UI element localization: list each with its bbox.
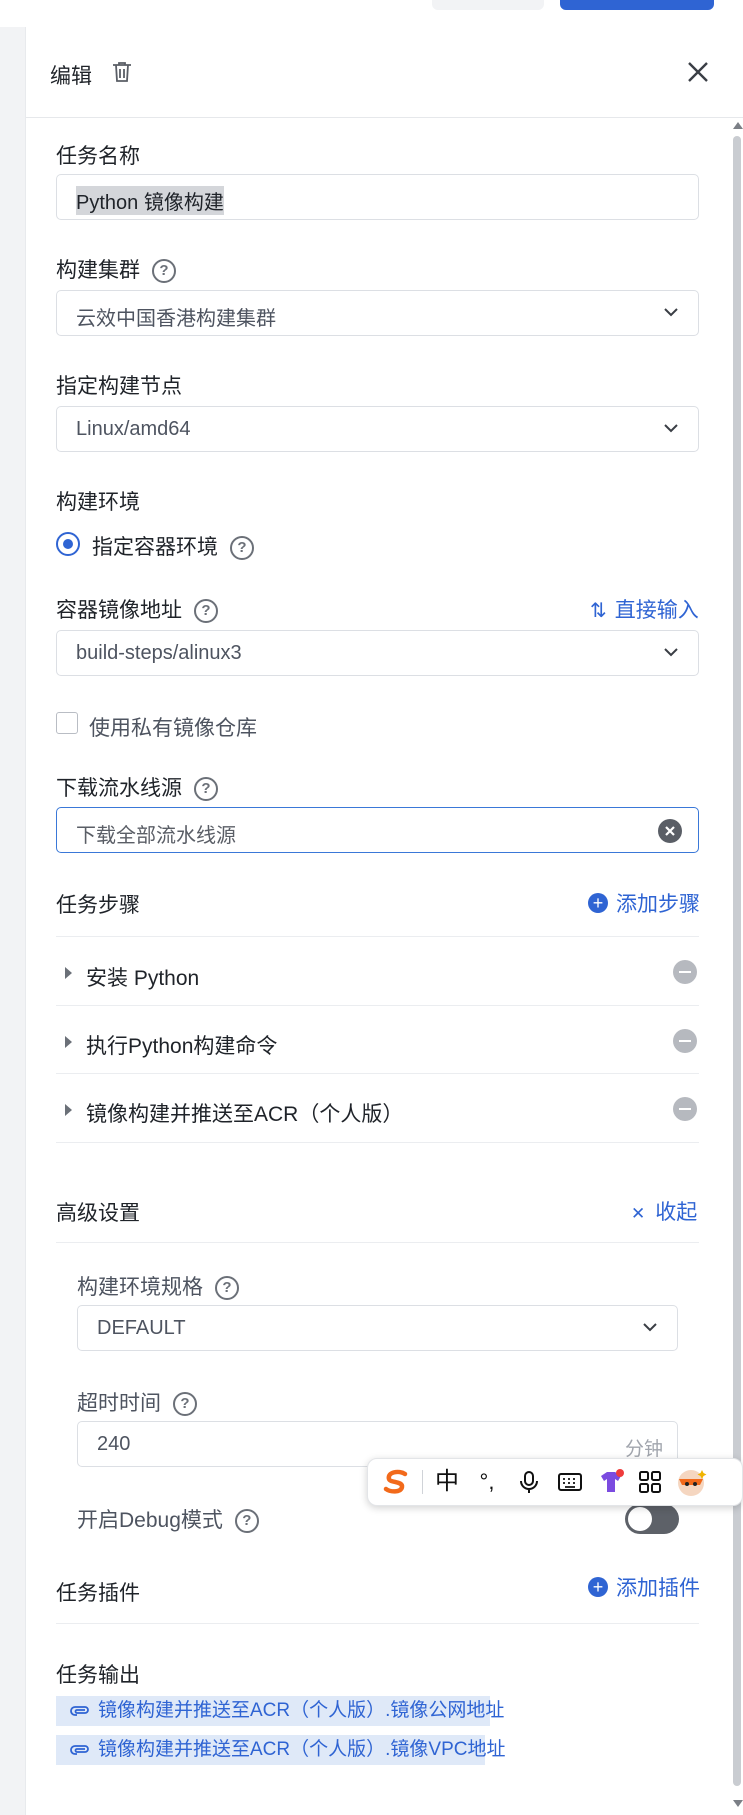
divider: [56, 1073, 699, 1074]
task-name-value: Python 镜像构建: [76, 186, 224, 215]
download-input[interactable]: 下载全部流水线源: [56, 807, 699, 853]
image-value: build-steps/alinux3: [76, 642, 242, 664]
env-label: 构建环境: [56, 491, 140, 514]
divider: [56, 1623, 699, 1624]
collapse-icon: ✕: [631, 1204, 646, 1223]
debug-toggle[interactable]: [625, 1504, 679, 1534]
spec-value: DEFAULT: [97, 1317, 186, 1339]
clear-icon[interactable]: [658, 819, 682, 843]
direct-input-toggle[interactable]: ⇅ 直接输入: [590, 594, 699, 624]
task-name-label: 任务名称: [56, 145, 140, 168]
microphone-icon[interactable]: [516, 1469, 542, 1495]
trash-icon[interactable]: [110, 60, 134, 84]
scrollbar-thumb[interactable]: [733, 136, 741, 1786]
ime-punctuation-toggle[interactable]: °,: [472, 1467, 502, 1497]
drawer-title: 编辑: [50, 65, 92, 88]
help-icon[interactable]: ?: [234, 1509, 259, 1534]
chevron-down-icon: [664, 648, 678, 657]
sogou-logo-icon[interactable]: [381, 1467, 411, 1497]
image-select[interactable]: build-steps/alinux3: [56, 630, 699, 676]
remove-step-icon[interactable]: [673, 1097, 697, 1121]
env-option[interactable]: 指定容器环境?: [92, 531, 254, 561]
add-step-button[interactable]: + 添加步骤: [588, 888, 700, 918]
node-value: Linux/amd64: [76, 418, 191, 440]
help-icon[interactable]: ?: [230, 536, 254, 561]
scroll-up-arrow-icon[interactable]: [733, 122, 743, 129]
private-repo-label[interactable]: 使用私有镜像仓库: [89, 712, 257, 742]
chevron-down-icon: [664, 424, 678, 433]
cluster-select[interactable]: 云效中国香港构建集群: [56, 290, 699, 336]
timeout-label: 超时时间?: [77, 1387, 197, 1417]
chevron-down-icon: [643, 1323, 657, 1332]
left-backdrop: [0, 27, 26, 1815]
divider: [56, 1005, 699, 1006]
caret-right-icon[interactable]: [65, 1104, 72, 1116]
download-placeholder: 下载全部流水线源: [76, 825, 236, 847]
env-radio[interactable]: [56, 532, 80, 556]
node-label: 指定构建节点: [56, 375, 182, 398]
ime-toolbar: 中 °,: [367, 1458, 743, 1506]
step-item[interactable]: 镜像构建并推送至ACR（个人版）: [86, 1098, 403, 1128]
help-icon[interactable]: ?: [194, 599, 218, 624]
ime-divider: [422, 1470, 423, 1494]
scroll-down-arrow-icon[interactable]: [733, 1800, 743, 1807]
top-primary-button[interactable]: [560, 0, 714, 10]
skin-shirt-icon[interactable]: [596, 1467, 626, 1497]
top-bar: [0, 0, 743, 28]
help-icon[interactable]: ?: [152, 259, 176, 284]
collapse-button[interactable]: ✕ 收起: [631, 1196, 697, 1226]
help-icon[interactable]: ?: [194, 777, 218, 802]
node-select[interactable]: Linux/amd64: [56, 406, 699, 452]
close-icon[interactable]: [684, 58, 712, 86]
download-label: 下载流水线源?: [56, 772, 218, 802]
timeout-unit: 分钟: [624, 1439, 663, 1460]
step-item[interactable]: 执行Python构建命令: [86, 1030, 277, 1060]
divider: [56, 936, 699, 937]
advanced-label: 高级设置: [56, 1202, 140, 1225]
cluster-value: 云效中国香港构建集群: [76, 308, 276, 330]
link-icon: [70, 1706, 89, 1716]
debug-label: 开启Debug模式?: [77, 1504, 259, 1534]
spec-label: 构建环境规格?: [77, 1271, 239, 1301]
task-name-input[interactable]: Python 镜像构建: [56, 174, 699, 220]
caret-right-icon[interactable]: [65, 967, 72, 979]
ime-chinese-toggle[interactable]: 中: [432, 1467, 462, 1497]
swap-icon: ⇅: [590, 600, 607, 622]
steps-label: 任务步骤: [56, 894, 140, 917]
top-secondary-button[interactable]: [432, 0, 544, 10]
keyboard-icon[interactable]: [556, 1469, 584, 1495]
plus-circle-icon: +: [588, 1577, 608, 1597]
plus-circle-icon: +: [588, 893, 608, 913]
private-repo-checkbox[interactable]: [56, 712, 78, 734]
output-tag[interactable]: 镜像构建并推送至ACR（个人版）.镜像公网地址: [56, 1696, 504, 1726]
cluster-label: 构建集群?: [56, 254, 176, 284]
help-icon[interactable]: ?: [215, 1276, 239, 1301]
step-item[interactable]: 安装 Python: [86, 962, 199, 992]
plugins-label: 任务插件: [56, 1582, 140, 1605]
add-plugin-button[interactable]: + 添加插件: [588, 1572, 700, 1602]
help-icon[interactable]: ?: [173, 1392, 197, 1417]
remove-step-icon[interactable]: [673, 1029, 697, 1053]
apps-grid-icon[interactable]: [636, 1468, 664, 1496]
divider: [56, 1142, 699, 1143]
link-icon: [70, 1745, 89, 1755]
ime-mascot-icon[interactable]: [674, 1465, 708, 1499]
remove-step-icon[interactable]: [673, 960, 697, 984]
divider: [56, 1242, 699, 1243]
image-label: 容器镜像地址?: [56, 594, 218, 624]
spec-select[interactable]: DEFAULT: [77, 1305, 678, 1351]
output-tag[interactable]: 镜像构建并推送至ACR（个人版）.镜像VPC地址: [56, 1735, 505, 1765]
chevron-down-icon: [664, 308, 678, 317]
outputs-label: 任务输出: [56, 1664, 140, 1687]
timeout-value: 240: [97, 1433, 131, 1455]
caret-right-icon[interactable]: [65, 1036, 72, 1048]
